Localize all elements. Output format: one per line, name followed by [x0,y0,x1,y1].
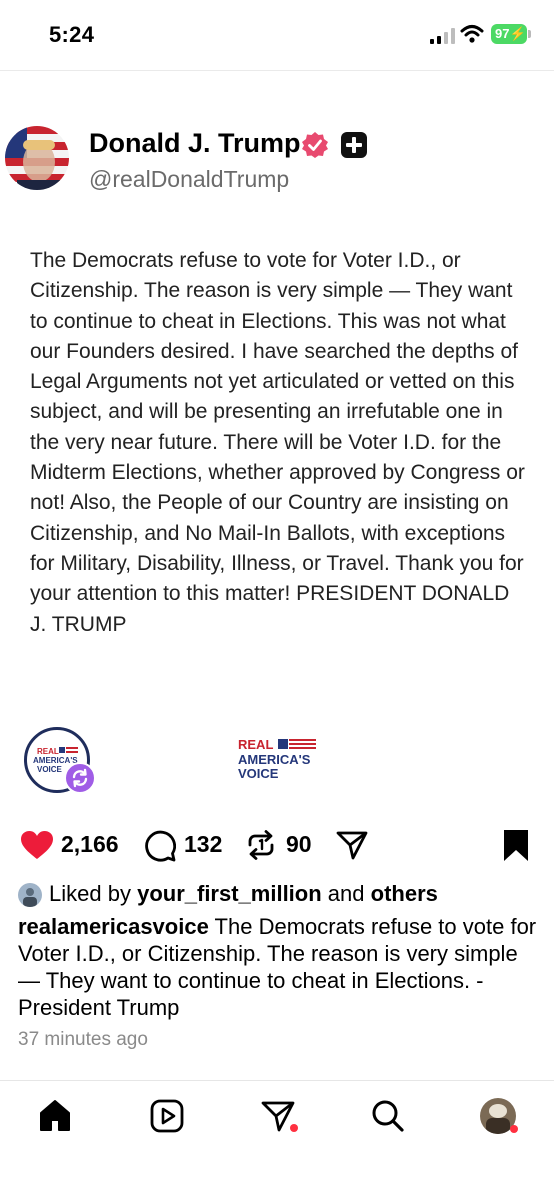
status-time: 5:24 [49,22,95,47]
action-bar: 2,166 132 90 [0,824,554,868]
likes-count[interactable]: 2,166 [61,831,119,858]
comment-icon[interactable] [144,830,176,862]
reels-icon[interactable] [149,1098,185,1134]
status-bar: 5:24 97⚡ [0,0,554,70]
liked-by-joiner: and [327,881,365,906]
author-name[interactable]: Donald J. Trump [89,128,301,159]
rav-line3: VOICE [238,766,279,781]
battery-level: 97 [495,26,510,41]
liked-by-text: Liked by your_first_million and others [49,881,438,907]
repost-icon[interactable] [246,829,276,861]
liked-by-others[interactable]: others [371,881,438,906]
rav-line2: AMERICA'S [238,752,311,767]
battery-indicator: 97⚡ [491,24,527,44]
caption: realamericasvoice The Democrats refuse t… [18,913,538,1021]
share-icon[interactable] [336,830,368,860]
caption-user[interactable]: realamericasvoice [18,914,209,939]
bookmark-icon[interactable] [503,829,529,862]
post-body-text: The Democrats refuse to vote for Voter I… [30,249,525,636]
follow-plus-icon[interactable] [340,131,368,159]
repost-arrows-icon [72,768,88,788]
liker-avatar [18,883,42,907]
flag-portrait-icon [5,126,69,190]
reposts-count[interactable]: 90 [286,831,312,858]
header-divider [0,70,554,71]
author-avatar[interactable] [5,126,69,190]
signal-icon [430,28,455,44]
rav-line1: REAL [238,737,273,752]
home-icon[interactable] [37,1098,73,1134]
rav-small-line1: REAL [37,747,59,756]
post-timestamp: 37 minutes ago [18,1029,148,1050]
heart-icon[interactable] [20,830,54,860]
real-americas-voice-logo: REAL AMERICA'S VOICE [238,737,316,781]
liked-by-row[interactable]: Liked by your_first_million and others [18,881,538,909]
liker-photo-icon [18,883,42,907]
liked-by-user[interactable]: your_first_million [137,881,322,906]
repost-badge [64,762,96,794]
verified-badge-icon [302,132,328,158]
comments-count[interactable]: 132 [184,831,222,858]
author-handle[interactable]: @realDonaldTrump [89,166,289,193]
profile-notification-dot [510,1125,518,1133]
wifi-icon [460,25,484,43]
tab-bar-divider [0,1080,554,1081]
liked-by-prefix: Liked by [49,881,131,906]
search-icon[interactable] [370,1098,406,1134]
rav-small-line3: VOICE [37,765,63,774]
messages-notification-dot [290,1124,298,1132]
battery-tip [528,30,531,38]
